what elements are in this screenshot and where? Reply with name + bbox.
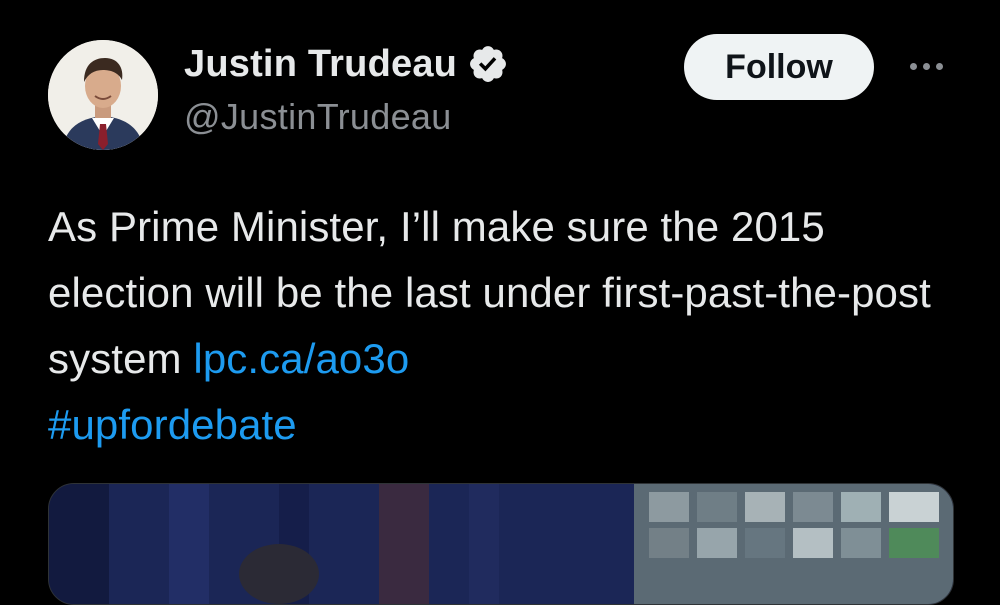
verified-badge-icon bbox=[470, 46, 507, 82]
media-image bbox=[49, 484, 953, 604]
ellipsis-icon-dot bbox=[922, 62, 930, 70]
avatar[interactable] bbox=[48, 40, 158, 150]
more-options-button[interactable] bbox=[900, 48, 952, 84]
hashtag-link[interactable]: #upfordebate bbox=[48, 401, 297, 448]
display-name[interactable]: Justin Trudeau bbox=[184, 43, 457, 86]
ellipsis-icon-dot bbox=[935, 62, 943, 70]
profile-photo bbox=[48, 40, 158, 150]
tweet-link[interactable]: lpc.ca/ao3o bbox=[193, 335, 409, 382]
ellipsis-icon-dot bbox=[909, 62, 917, 70]
author-name-row: Justin Trudeau bbox=[184, 38, 509, 90]
tweet-text: As Prime Minister, I’ll make sure the 20… bbox=[48, 194, 968, 458]
tweet-media[interactable] bbox=[48, 483, 954, 605]
tweet-body: As Prime Minister, I’ll make sure the 20… bbox=[48, 203, 931, 382]
follow-button[interactable]: Follow bbox=[684, 34, 874, 100]
author-handle[interactable]: @JustinTrudeau bbox=[184, 96, 452, 138]
